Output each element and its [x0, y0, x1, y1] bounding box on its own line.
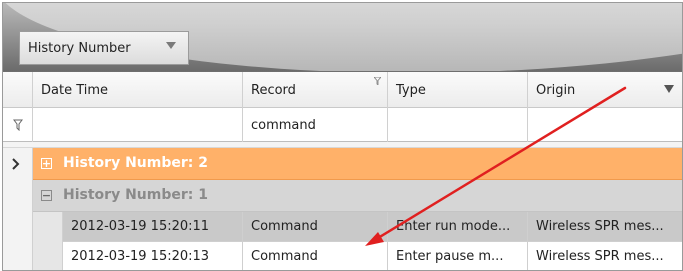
group-indent: [33, 212, 63, 242]
chevron-right-icon: [12, 158, 20, 170]
grid-control: History Number Date Time Record Type Ori…: [2, 2, 683, 271]
filter-cell-type[interactable]: [388, 108, 528, 142]
column-header-row: Date Time Record Type Origin: [3, 72, 682, 108]
row-selector[interactable]: [3, 212, 33, 242]
cell-origin[interactable]: Wireless SPR mes...: [528, 242, 682, 270]
row-selector[interactable]: [3, 180, 33, 212]
group-band-highlighted: + History Number: 2: [33, 148, 682, 180]
filter-row: command: [3, 108, 682, 142]
table-row[interactable]: 2012-03-19 15:20:13 Command Enter pause …: [3, 242, 682, 270]
collapse-icon[interactable]: −: [41, 190, 52, 201]
group-row-history-number-2[interactable]: + History Number: 2: [3, 148, 682, 180]
triangle-down-icon[interactable]: [664, 85, 674, 94]
column-header-record[interactable]: Record: [243, 72, 388, 108]
group-title: History Number: 2: [63, 155, 208, 171]
cell-origin[interactable]: Wireless SPR mes...: [528, 212, 682, 242]
group-band: − History Number: 1: [33, 180, 682, 212]
group-row-history-number-1[interactable]: − History Number: 1: [3, 180, 682, 212]
cell-date-time[interactable]: 2012-03-19 15:20:13: [63, 242, 243, 270]
filter-cell-origin[interactable]: [528, 108, 682, 142]
column-header-label: Date Time: [41, 82, 109, 98]
chip-dropdown-icon[interactable]: [166, 42, 176, 49]
row-selector[interactable]: [3, 148, 33, 180]
group-by-chip-label: History Number: [28, 40, 131, 56]
header-row-selector: [3, 72, 33, 108]
filter-row-selector: [3, 108, 33, 142]
column-header-date-time[interactable]: Date Time: [33, 72, 243, 108]
group-indent: [33, 242, 63, 270]
group-by-panel: History Number: [3, 3, 682, 72]
cell-record[interactable]: Command: [243, 212, 388, 242]
filter-value-record: command: [251, 117, 316, 133]
expand-icon[interactable]: +: [41, 158, 52, 169]
filter-icon: [12, 119, 23, 131]
column-header-label: Type: [396, 82, 426, 98]
table-row[interactable]: 2012-03-19 15:20:11 Command Enter run mo…: [3, 212, 682, 242]
group-by-chip-history-number[interactable]: History Number: [19, 31, 189, 65]
column-header-label: Origin: [536, 82, 576, 98]
column-header-type[interactable]: Type: [388, 72, 528, 108]
column-header-label: Record: [251, 82, 296, 98]
cell-date-time[interactable]: 2012-03-19 15:20:11: [63, 212, 243, 242]
filter-icon[interactable]: [374, 77, 381, 85]
row-selector[interactable]: [3, 242, 33, 270]
cell-record[interactable]: Command: [243, 242, 388, 270]
column-header-origin[interactable]: Origin: [528, 72, 682, 108]
cell-type[interactable]: Enter pause m...: [388, 242, 528, 270]
group-title: History Number: 1: [63, 187, 208, 203]
filter-cell-record[interactable]: command: [243, 108, 388, 142]
filter-cell-date-time[interactable]: [33, 108, 243, 142]
cell-type[interactable]: Enter run mode...: [388, 212, 528, 242]
